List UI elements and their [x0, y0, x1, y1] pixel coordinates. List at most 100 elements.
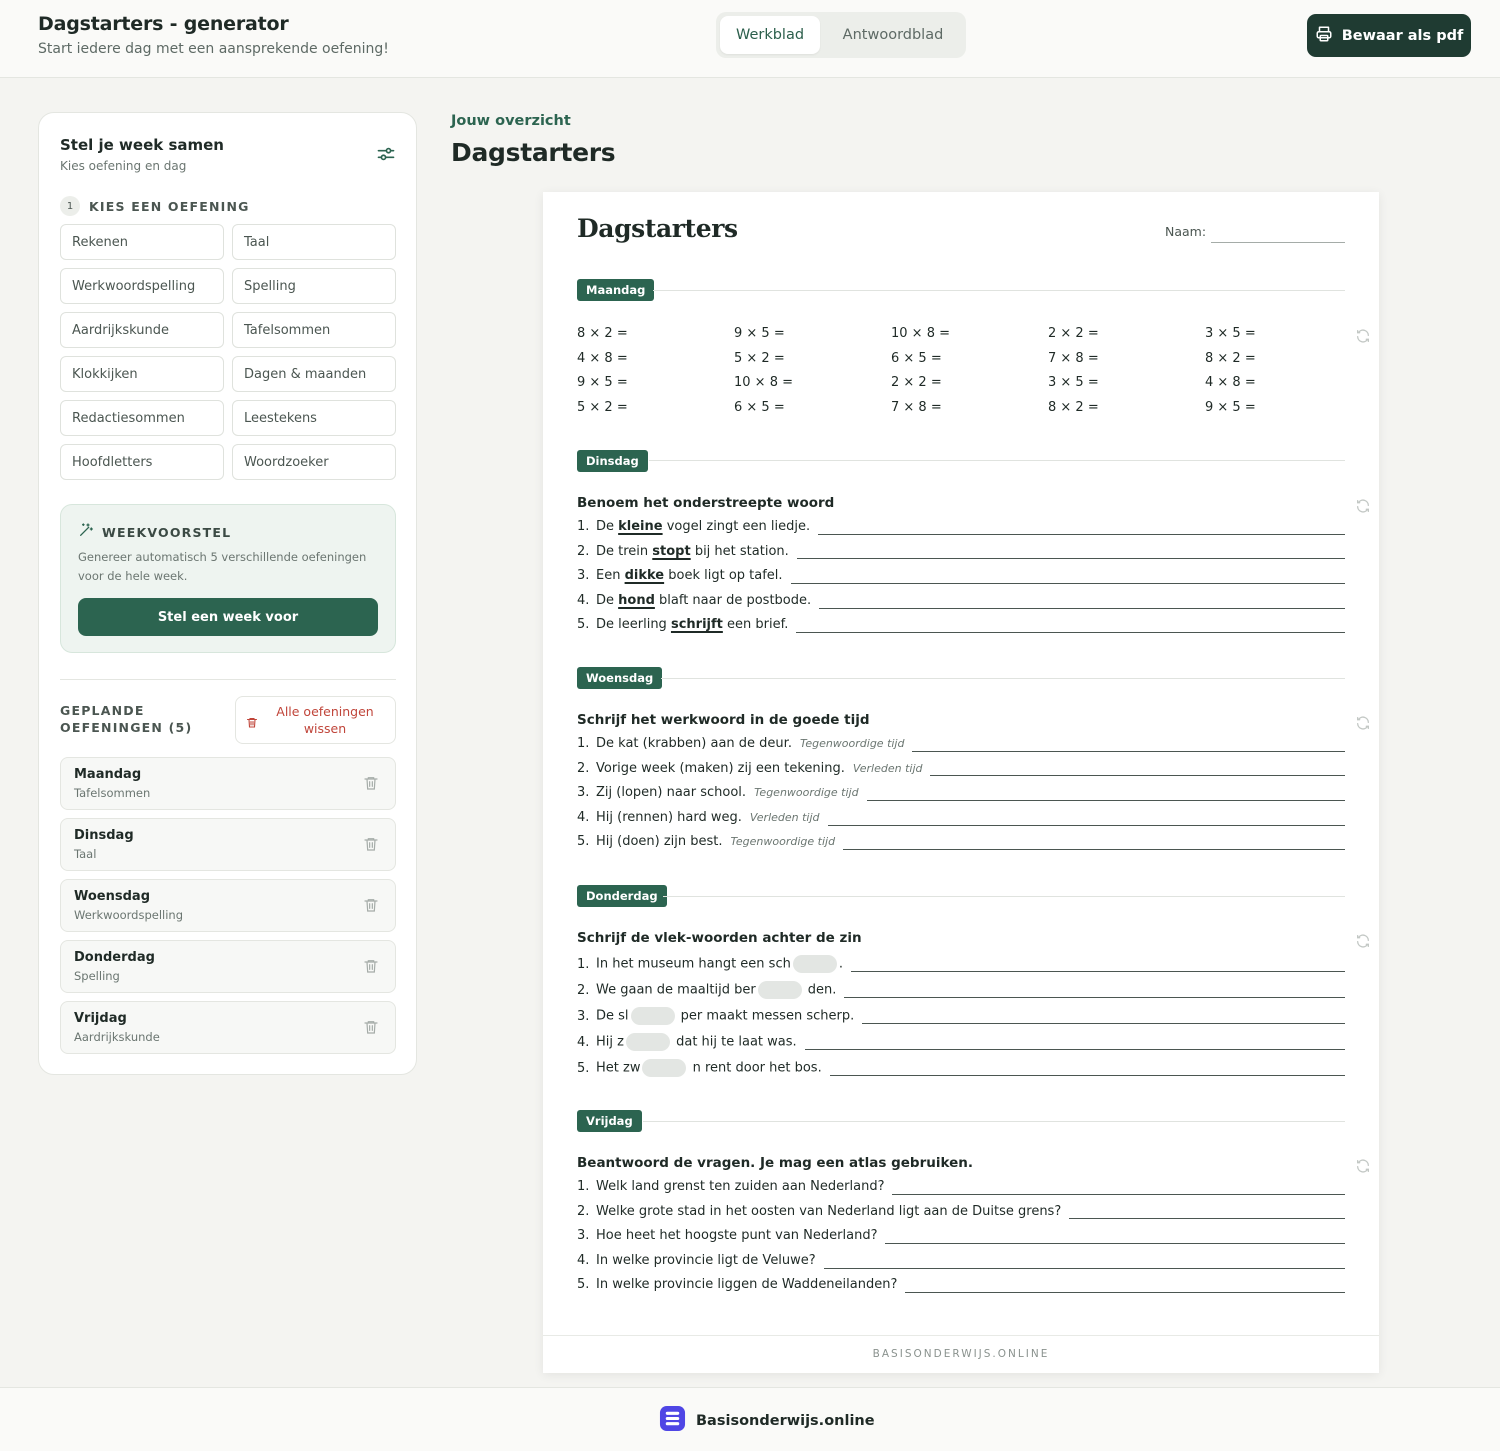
- answer-line[interactable]: [818, 533, 1345, 535]
- answer-line[interactable]: [796, 632, 1345, 634]
- answer-line[interactable]: [829, 1074, 1345, 1076]
- exercise-option[interactable]: Hoofdletters: [60, 444, 224, 480]
- math-problem: 4 × 8 =: [577, 350, 628, 366]
- refresh-icon[interactable]: [1355, 933, 1371, 949]
- step-number: 1: [60, 196, 80, 216]
- planned-item[interactable]: Vrijdag Aardrijkskunde: [60, 1001, 396, 1054]
- tab-werkblad[interactable]: Werkblad: [720, 16, 820, 54]
- trash-icon[interactable]: [363, 958, 379, 974]
- item-number: 3.: [577, 1008, 590, 1024]
- math-grid: 8 × 2 = 9 × 5 = 10 × 8 = 2 × 2 = 3 × 5 =…: [577, 324, 1357, 419]
- exercise-option[interactable]: Woordzoeker: [232, 444, 396, 480]
- math-problem: 6 × 5 =: [891, 350, 942, 366]
- underlined-word: stopt: [652, 543, 691, 559]
- overview-label: Jouw overzicht: [451, 113, 571, 129]
- planned-item[interactable]: Donderdag Spelling: [60, 940, 396, 993]
- step-header: 1 KIES EEN OEFENING: [60, 196, 250, 216]
- underlined-word: kleine: [618, 519, 663, 534]
- trash-icon[interactable]: [363, 1019, 379, 1035]
- trash-icon[interactable]: [363, 897, 379, 913]
- planned-item[interactable]: Dinsdag Taal: [60, 818, 396, 871]
- exercise-option[interactable]: Taal: [232, 224, 396, 260]
- math-problem: 5 × 2 =: [734, 350, 785, 366]
- task-item: 3. Zij (lopen) naar school. Tegenwoordige …: [577, 785, 1345, 810]
- answer-line[interactable]: [843, 849, 1345, 851]
- tab-antwoordblad[interactable]: Antwoordblad: [824, 16, 962, 54]
- answer-line[interactable]: [796, 558, 1345, 560]
- brand-link[interactable]: Basisonderwijs.online: [659, 1405, 875, 1436]
- trash-icon[interactable]: [363, 836, 379, 852]
- planned-exercises-label: GEPLANDE OEFENINGEN (5): [60, 703, 193, 735]
- math-problem: 7 × 8 =: [891, 400, 942, 416]
- refresh-icon[interactable]: [1355, 715, 1371, 731]
- day-badge-dinsdag: Dinsdag: [577, 450, 648, 472]
- exercise-option[interactable]: Klokkijken: [60, 356, 224, 392]
- task-item: 5. In welke provincie liggen de Waddeneil…: [577, 1277, 1345, 1302]
- planned-list: Maandag Tafelsommen Dinsdag Taal Woensda…: [60, 757, 396, 1062]
- math-problem: 9 × 5 =: [1205, 400, 1256, 416]
- refresh-icon[interactable]: [1355, 1158, 1371, 1174]
- worksheet-footer: BASISONDERWIJS.ONLINE: [872, 1348, 1050, 1360]
- task-item: 4. In welke provincie ligt de Veluwe?: [577, 1253, 1345, 1278]
- exercise-option[interactable]: Tafelsommen: [232, 312, 396, 348]
- tense-hint: Tegenwoordige tijd: [799, 737, 905, 750]
- answer-line[interactable]: [819, 607, 1345, 609]
- answer-line[interactable]: [866, 799, 1345, 801]
- exercise-option[interactable]: Werkwoordspelling: [60, 268, 224, 304]
- exercise-option[interactable]: Leestekens: [232, 400, 396, 436]
- item-text: Een dikke boek ligt op tafel.: [596, 568, 783, 584]
- answer-line[interactable]: [930, 775, 1345, 777]
- answer-line[interactable]: [892, 1193, 1345, 1195]
- task-item: 3. De sl per maakt messen scherp.: [577, 1007, 1345, 1033]
- planned-exercise: Taal: [74, 847, 97, 861]
- worksheet-title: Dagstarters: [577, 214, 738, 243]
- task-item: 5. Hij (doen) zijn best. Tegenwoordige tij…: [577, 834, 1345, 859]
- day-rule: [653, 290, 1345, 291]
- math-problem: 5 × 2 =: [577, 400, 628, 416]
- answer-line[interactable]: [827, 824, 1345, 826]
- answer-line[interactable]: [912, 750, 1345, 752]
- answer-line[interactable]: [823, 1267, 1345, 1269]
- trash-icon[interactable]: [363, 775, 379, 791]
- day-badge-donderdag: Donderdag: [577, 885, 667, 907]
- worksheet: Dagstarters Naam: Maandag 8 × 2 = 9 × 5 …: [543, 192, 1379, 1373]
- refresh-icon[interactable]: [1355, 328, 1371, 344]
- exercise-option[interactable]: Aardrijkskunde: [60, 312, 224, 348]
- tense-hint: Tegenwoordige tijd: [730, 835, 836, 849]
- brand-logo-icon: [659, 1405, 686, 1436]
- answer-line[interactable]: [790, 582, 1345, 584]
- math-problem: 10 × 8 =: [891, 326, 950, 341]
- clear-all-button[interactable]: Alle oefeningen wissen: [235, 696, 396, 744]
- task-item: 3. Een dikke boek ligt op tafel.: [577, 568, 1345, 593]
- item-number: 3.: [577, 1228, 590, 1244]
- planned-exercise: Tafelsommen: [74, 786, 151, 800]
- exercise-option[interactable]: Spelling: [232, 268, 396, 304]
- item-text: Vorige week (maken) zij een tekening.: [596, 760, 845, 776]
- app-title: Dagstarters - generator: [38, 13, 289, 35]
- answer-line[interactable]: [804, 1048, 1345, 1050]
- answer-line[interactable]: [850, 970, 1345, 972]
- exercise-option[interactable]: Rekenen: [60, 224, 224, 260]
- item-number: 3.: [577, 568, 590, 584]
- answer-line[interactable]: [1069, 1218, 1345, 1220]
- day-rule: [663, 896, 1345, 897]
- task-title: Benoem het onderstreepte woord: [577, 495, 835, 511]
- answer-line[interactable]: [862, 1022, 1345, 1024]
- refresh-icon[interactable]: [1355, 498, 1371, 514]
- answer-line[interactable]: [885, 1242, 1345, 1244]
- ink-blot: [792, 955, 837, 973]
- exercise-option[interactable]: Dagen & maanden: [232, 356, 396, 392]
- planned-item[interactable]: Woensdag Werkwoordspelling: [60, 879, 396, 932]
- planned-item[interactable]: Maandag Tafelsommen: [60, 757, 396, 810]
- save-pdf-button[interactable]: Bewaar als pdf: [1307, 14, 1471, 57]
- math-problem: 4 × 8 =: [1205, 375, 1256, 391]
- exercise-option[interactable]: Redactiesommen: [60, 400, 224, 436]
- week-builder-panel: Stel je week samen Kies oefening en dag …: [38, 112, 417, 1075]
- sliders-icon[interactable]: [376, 144, 396, 164]
- item-text: Hij (doen) zijn best.: [596, 834, 723, 850]
- suggest-week-button[interactable]: Stel een week voor: [78, 598, 378, 636]
- item-number: 5.: [577, 1277, 590, 1293]
- answer-line[interactable]: [905, 1292, 1345, 1294]
- task-item: 2. We gaan de maaltijd ber den.: [577, 981, 1345, 1007]
- answer-line[interactable]: [844, 996, 1345, 998]
